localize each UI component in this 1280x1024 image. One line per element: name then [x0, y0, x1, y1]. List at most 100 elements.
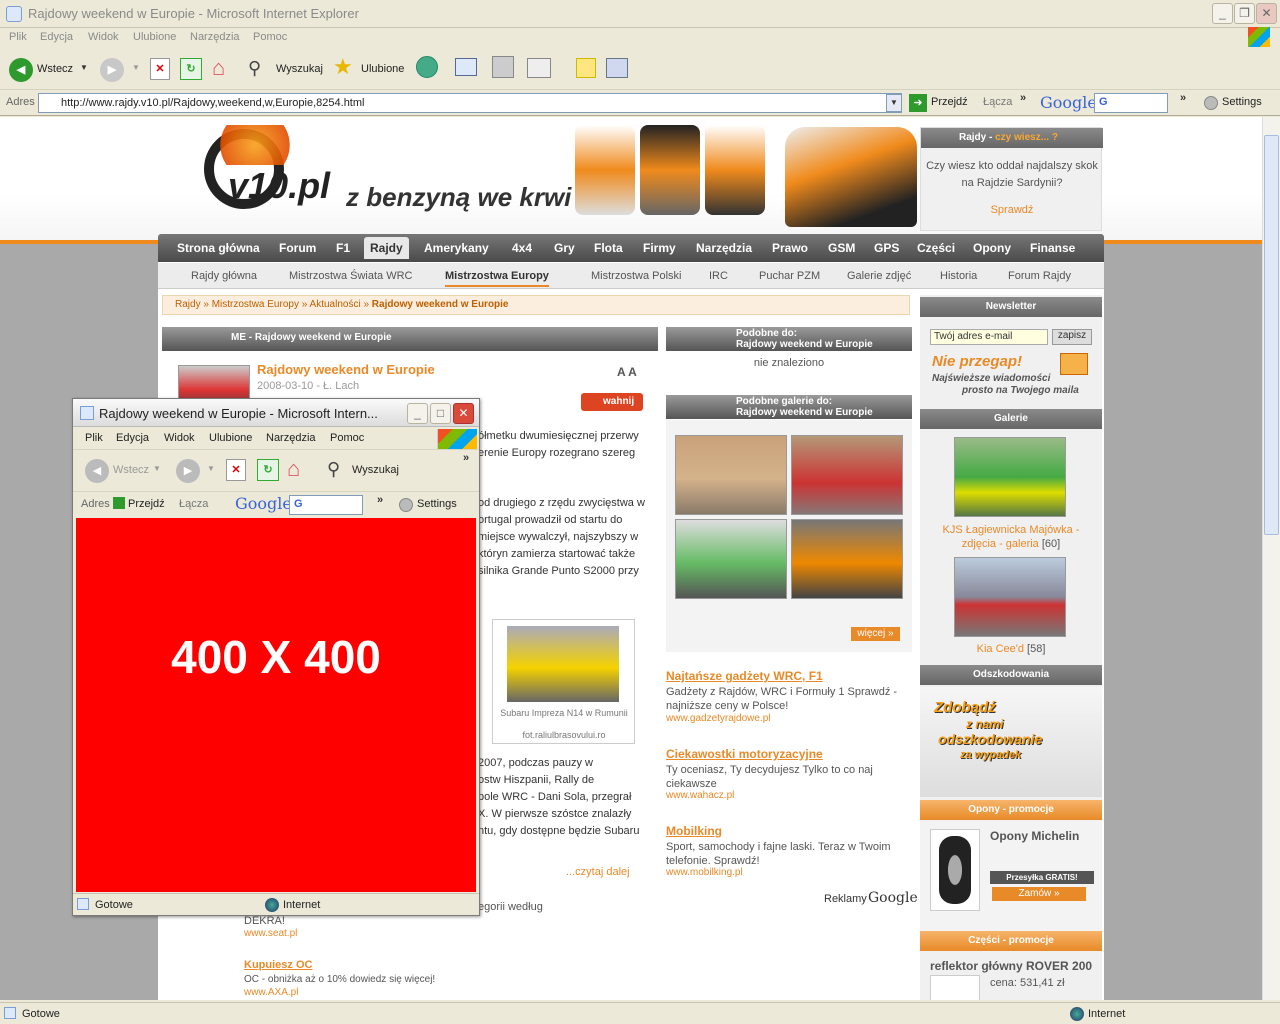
tires-title[interactable]: Opony Michelin	[990, 829, 1079, 843]
nav-narzedzia[interactable]: Narzędzia	[696, 241, 752, 255]
quiz-title-link[interactable]: czy wiesz... ?	[995, 132, 1058, 143]
nav-forum[interactable]: Forum	[279, 241, 316, 255]
refresh-icon[interactable]: ↻	[257, 459, 279, 481]
crumb-me[interactable]: Mistrzostwa Europy	[212, 299, 299, 310]
part-image[interactable]	[930, 975, 980, 1000]
home-icon[interactable]: ⌂	[287, 456, 300, 482]
page-scrollbar[interactable]	[1262, 117, 1280, 1000]
newsletter-email-input[interactable]: Twój adres e-mail	[930, 329, 1048, 345]
subnav-forum[interactable]: Forum Rajdy	[1008, 270, 1071, 282]
search-icon[interactable]: ⚲	[248, 58, 261, 79]
forward-dropdown-icon[interactable]: ▼	[132, 63, 140, 72]
menu-tools[interactable]: Narzędzia	[190, 31, 240, 43]
edit-icon[interactable]	[527, 58, 551, 78]
subnav-irc[interactable]: IRC	[709, 270, 728, 282]
popup-minimize-button[interactable]: _	[407, 403, 428, 424]
popup-maximize-button[interactable]: □	[430, 403, 451, 424]
quiz-link[interactable]: Sprawdź	[921, 204, 1103, 216]
sidebar-gallery-caption[interactable]: Kia Cee'd [58]	[924, 643, 1098, 655]
read-more-link[interactable]: ...czytaj dalej	[566, 866, 630, 878]
nav-4x4[interactable]: 4x4	[512, 241, 532, 255]
links-label[interactable]: Łącza	[179, 498, 208, 510]
ad-title[interactable]: Kupuiesz OC	[244, 959, 312, 971]
stop-icon[interactable]: ✕	[150, 58, 170, 80]
minimize-button[interactable]: _	[1212, 3, 1233, 24]
font-size-toggle[interactable]: A A	[617, 365, 637, 379]
history-icon[interactable]	[416, 56, 438, 78]
ad-url[interactable]: www.gadzetyrajdowe.pl	[666, 713, 771, 724]
part-title[interactable]: reflektor główny ROVER 200	[930, 959, 1092, 973]
gallery-link[interactable]: Kia Cee'd	[977, 643, 1024, 655]
gallery-photo[interactable]	[791, 435, 903, 515]
nav-home[interactable]: Strona główna	[177, 241, 260, 255]
newsletter-submit-button[interactable]: zapisz	[1052, 329, 1092, 345]
go-button[interactable]: Przejdź	[128, 498, 165, 510]
menu-file[interactable]: Plik	[9, 31, 27, 43]
gallery-photo[interactable]	[675, 435, 787, 515]
nav-firmy[interactable]: Firmy	[643, 241, 676, 255]
nav-finanse[interactable]: Finanse	[1030, 241, 1075, 255]
nav-opony[interactable]: Opony	[973, 241, 1011, 255]
menu-edit[interactable]: Edycja	[116, 432, 149, 444]
toolbar-chevron-icon[interactable]: »	[1180, 92, 1186, 104]
links-label[interactable]: Łącza	[983, 96, 1012, 108]
menu-help[interactable]: Pomoc	[253, 31, 287, 43]
nav-gsm[interactable]: GSM	[828, 241, 855, 255]
nav-f1[interactable]: F1	[336, 241, 350, 255]
scrollbar-thumb[interactable]	[1264, 135, 1279, 535]
compensation-ad[interactable]: Zdobądź z nami odszkodowanie za wypadek	[920, 687, 1102, 797]
nav-czesci[interactable]: Części	[917, 241, 955, 255]
google-search-input[interactable]: G	[289, 495, 363, 515]
sidebar-gallery-photo[interactable]	[954, 437, 1066, 517]
menu-favorites[interactable]: Ulubione	[133, 31, 176, 43]
back-label[interactable]: Wstecz	[113, 464, 149, 476]
subnav-me-active[interactable]: Mistrzostwa Europy	[445, 270, 549, 287]
popup-close-button[interactable]: ✕	[453, 403, 474, 424]
sidebar-gallery-caption[interactable]: KJS Łagiewnicka Majówka - zdjęcia - gale…	[924, 523, 1098, 551]
subnav-wrc[interactable]: Mistrzostwa Świata WRC	[289, 270, 412, 282]
go-icon[interactable]: ➜	[909, 94, 927, 112]
search-label[interactable]: Wyszukaj	[352, 464, 399, 476]
crumb-rajdy[interactable]: Rajdy	[175, 299, 201, 310]
ad-title[interactable]: Najtańsze gadżety WRC, F1	[666, 669, 823, 683]
stop-icon[interactable]: ✕	[226, 459, 246, 481]
subnav-historia[interactable]: Historia	[940, 270, 977, 282]
nav-prawo[interactable]: Prawo	[772, 241, 808, 255]
toolbar-chevron-icon[interactable]: »	[463, 452, 469, 464]
settings-button[interactable]: Settings	[1222, 96, 1262, 108]
url-input[interactable]: http://www.rajdy.v10.pl/Rajdowy,weekend,…	[38, 93, 902, 113]
maximize-button[interactable]: ❐	[1234, 3, 1255, 24]
ad-title[interactable]: Ciekawostki motoryzacyjne	[666, 747, 823, 761]
ad-title[interactable]: Mobilking	[666, 824, 722, 838]
ad-url[interactable]: www.AXA.pl	[244, 987, 298, 998]
back-dropdown-icon[interactable]: ▼	[80, 63, 88, 72]
wahnij-button[interactable]: wahnij	[581, 393, 643, 411]
forward-icon[interactable]: ▶	[100, 58, 124, 82]
back-icon[interactable]: ◀	[85, 459, 109, 483]
toolbar-chevron-icon[interactable]: »	[377, 494, 383, 506]
search-icon[interactable]: ⚲	[327, 459, 340, 480]
menu-file[interactable]: Plik	[85, 432, 103, 444]
crumb-news[interactable]: Aktualności	[310, 299, 361, 310]
forward-icon[interactable]: ▶	[176, 459, 200, 483]
nav-gry[interactable]: Gry	[554, 241, 575, 255]
menu-tools[interactable]: Narzędzia	[266, 432, 316, 444]
url-dropdown-icon[interactable]: ▼	[886, 94, 902, 112]
search-label[interactable]: Wyszukaj	[276, 63, 323, 75]
note-icon[interactable]	[576, 58, 596, 78]
research-icon[interactable]	[606, 58, 628, 78]
home-icon[interactable]: ⌂	[212, 56, 236, 80]
refresh-icon[interactable]: ↻	[180, 58, 202, 80]
menu-view[interactable]: Widok	[88, 31, 119, 43]
menu-favorites[interactable]: Ulubione	[209, 432, 252, 444]
subnav-mp[interactable]: Mistrzostwa Polski	[591, 270, 681, 282]
ad-url[interactable]: www.wahacz.pl	[666, 790, 734, 801]
close-button[interactable]: ✕	[1256, 3, 1277, 24]
favorites-label[interactable]: Ulubione	[361, 63, 404, 75]
subnav-puchar[interactable]: Puchar PZM	[759, 270, 820, 282]
gallery-photo[interactable]	[675, 519, 787, 599]
back-label[interactable]: Wstecz	[37, 63, 73, 75]
back-icon[interactable]: ◀	[9, 58, 33, 82]
galleries-more-button[interactable]: więcej »	[851, 627, 900, 641]
sidebar-gallery-photo[interactable]	[954, 557, 1066, 637]
